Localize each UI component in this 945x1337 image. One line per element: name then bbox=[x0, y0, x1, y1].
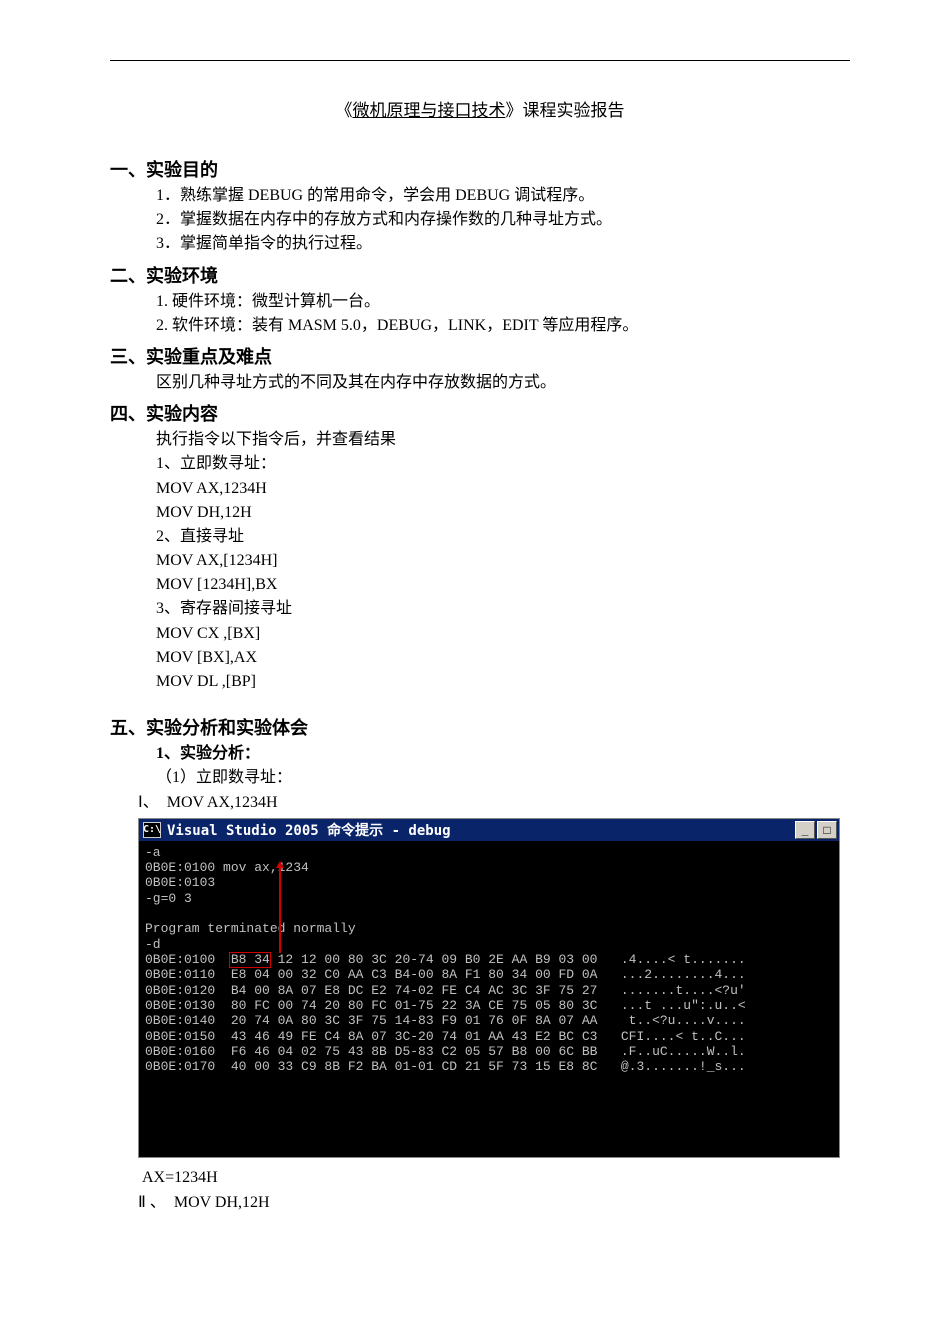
section-4-heading: 四、实验内容 bbox=[110, 400, 850, 426]
section-1-heading: 一、实验目的 bbox=[110, 156, 850, 182]
s4-code: MOV DH,12H bbox=[156, 501, 850, 524]
s1-item: 3．掌握简单指令的执行过程。 bbox=[156, 232, 850, 255]
cmd-icon: C:\ bbox=[143, 822, 161, 838]
s4-group-label: 2、直接寻址 bbox=[156, 525, 850, 548]
terminal-body: -a 0B0E:0100 mov ax,1234 0B0E:0103 -g=0 … bbox=[139, 841, 839, 1158]
s4-code: MOV AX,[1234H] bbox=[156, 549, 850, 572]
top-rule bbox=[110, 60, 850, 61]
s1-item: 1．熟练掌握 DEBUG 的常用命令，学会用 DEBUG 调试程序。 bbox=[156, 184, 850, 207]
title-suffix: 》课程实验报告 bbox=[506, 101, 625, 120]
s2-item: 1. 硬件环境：微型计算机一台。 bbox=[156, 290, 850, 313]
s2-item: 2. 软件环境：装有 MASM 5.0，DEBUG，LINK，EDIT 等应用程… bbox=[156, 314, 850, 337]
document-title: 《微机原理与接口技术》课程实验报告 bbox=[110, 96, 850, 121]
s3-line: 区别几种寻址方式的不同及其在内存中存放数据的方式。 bbox=[156, 371, 850, 394]
s5-after1: AX=1234H bbox=[142, 1166, 850, 1189]
s5-line-ii: Ⅱ 、 MOV DH,12H bbox=[138, 1191, 850, 1214]
s4-code: MOV [BX],AX bbox=[156, 646, 850, 669]
s4-code: MOV [1234H],BX bbox=[156, 573, 850, 596]
minimize-button[interactable]: _ bbox=[795, 821, 815, 839]
maximize-button[interactable]: □ bbox=[817, 821, 837, 839]
section-3-heading: 三、实验重点及难点 bbox=[110, 343, 850, 369]
s4-code: MOV AX,1234H bbox=[156, 477, 850, 500]
section-2-heading: 二、实验环境 bbox=[110, 262, 850, 288]
terminal-titlebar: C:\ Visual Studio 2005 命令提示 - debug _ □ bbox=[139, 819, 839, 841]
s4-group-label: 3、寄存器间接寻址 bbox=[156, 597, 850, 620]
s5-sub1: 1、实验分析： bbox=[156, 742, 850, 765]
red-arrow-head bbox=[276, 861, 284, 868]
s4-code: MOV DL ,[BP] bbox=[156, 670, 850, 693]
red-highlight-box bbox=[229, 952, 271, 968]
red-arrow-line bbox=[279, 867, 281, 953]
s4-group-label: 1、立即数寻址： bbox=[156, 452, 850, 475]
s1-item: 2．掌握数据在内存中的存放方式和内存操作数的几种寻址方式。 bbox=[156, 208, 850, 231]
terminal-window: C:\ Visual Studio 2005 命令提示 - debug _ □ … bbox=[138, 818, 840, 1159]
section-5-heading: 五、实验分析和实验体会 bbox=[110, 714, 850, 740]
s4-code: MOV CX ,[BX] bbox=[156, 622, 850, 645]
s5-line-i: Ⅰ、 MOV AX,1234H bbox=[138, 791, 850, 814]
s5-sub1-1: （1）立即数寻址： bbox=[156, 766, 850, 789]
s4-intro: 执行指令以下指令后，并查看结果 bbox=[156, 428, 850, 451]
title-underlined: 微机原理与接口技术 bbox=[353, 101, 506, 120]
title-prefix: 《 bbox=[336, 101, 353, 120]
terminal-title: Visual Studio 2005 命令提示 - debug bbox=[167, 820, 795, 840]
